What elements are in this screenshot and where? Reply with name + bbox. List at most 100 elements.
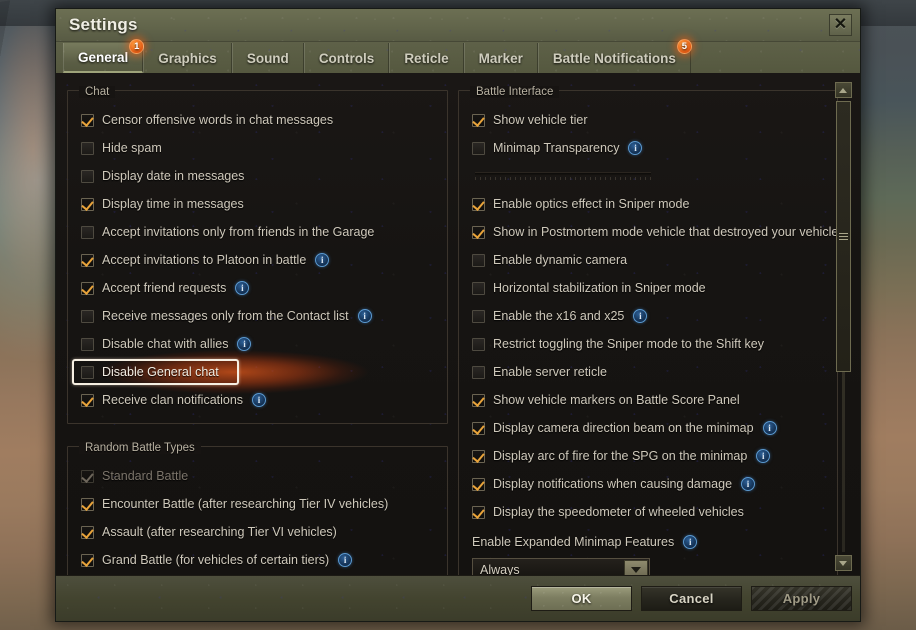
checkbox-row[interactable]: Receive messages only from the Contact l… <box>81 302 438 330</box>
checkbox-label: Show vehicle tier <box>493 113 588 127</box>
checkbox-unchecked[interactable] <box>472 281 485 295</box>
checkbox-unchecked[interactable] <box>81 365 94 379</box>
checkbox-row[interactable]: Accept invitations only from friends in … <box>81 218 438 246</box>
checkbox-checked[interactable] <box>81 281 94 295</box>
tab-general[interactable]: General 1 <box>63 39 145 73</box>
ok-button[interactable]: OK <box>531 586 632 611</box>
checkbox-row[interactable]: Horizontal stabilization in Sniper mode <box>472 274 828 302</box>
tab-graphics[interactable]: Graphics <box>143 43 232 73</box>
checkbox-unchecked[interactable] <box>81 337 94 351</box>
checkbox-unchecked[interactable] <box>472 365 485 379</box>
checkbox-checked[interactable] <box>472 449 485 463</box>
tab-label: Sound <box>246 50 289 66</box>
checkbox-row[interactable]: Enable optics effect in Sniper mode <box>472 190 828 218</box>
info-icon[interactable]: i <box>741 477 756 491</box>
checkbox-checked[interactable] <box>81 393 94 407</box>
scrollbar-track[interactable] <box>835 101 851 552</box>
chevron-down-icon[interactable] <box>624 560 648 575</box>
checkbox-row[interactable]: Accept friend requests i <box>81 274 438 302</box>
checkbox-unchecked[interactable] <box>81 309 94 323</box>
checkbox-checked[interactable] <box>81 525 94 539</box>
checkbox-row[interactable]: Enable the x16 and x25 i <box>472 302 828 330</box>
checkbox-row[interactable]: Disable General chat <box>72 346 438 398</box>
info-icon[interactable]: i <box>338 553 353 567</box>
checkbox-label: Enable the x16 and x25 <box>493 309 625 323</box>
checkbox-unchecked[interactable] <box>81 169 94 183</box>
checkbox-row[interactable]: Encounter Battle (after researching Tier… <box>81 490 438 518</box>
info-icon[interactable]: i <box>628 141 643 155</box>
checkbox-label: Censor offensive words in chat messages <box>102 113 334 127</box>
tab-battle-notifications[interactable]: Battle Notifications 5 <box>537 39 692 73</box>
checkbox-checked[interactable] <box>81 553 94 567</box>
checkbox-label: Display arc of fire for the SPG on the m… <box>493 449 748 463</box>
checkbox-row[interactable]: Assault (after researching Tier VI vehic… <box>81 518 438 546</box>
checkbox-row[interactable]: Display camera direction beam on the min… <box>472 414 828 442</box>
checkbox-checked[interactable] <box>81 497 94 511</box>
checkbox-checked[interactable] <box>472 421 485 435</box>
checkbox-row[interactable]: Show vehicle markers on Battle Score Pan… <box>472 386 828 414</box>
scrollbar-thumb[interactable] <box>835 101 851 372</box>
info-icon[interactable]: i <box>315 253 330 267</box>
info-icon[interactable]: i <box>237 337 252 351</box>
scroll-up-button[interactable] <box>834 82 852 98</box>
expanded-minimap-dropdown[interactable]: Always <box>472 558 650 575</box>
checkbox-checked[interactable] <box>472 477 485 491</box>
checkbox-checked[interactable] <box>472 197 485 211</box>
minimap-transparency-slider[interactable] <box>472 162 828 190</box>
checkbox-label: Hide spam <box>102 141 162 155</box>
checkbox-checked[interactable] <box>81 253 94 267</box>
expanded-minimap-label: Enable Expanded Minimap Features <box>472 535 675 549</box>
checkbox-row[interactable]: Minimap Transparency i <box>472 134 828 162</box>
dialog-titlebar: Settings ✕ <box>56 9 860 42</box>
content-scrollbar[interactable] <box>834 82 852 571</box>
checkbox-row[interactable]: Display arc of fire for the SPG on the m… <box>472 442 828 470</box>
checkbox-row[interactable]: Censor offensive words in chat messages <box>81 106 438 134</box>
checkbox-row[interactable]: Display date in messages <box>81 162 438 190</box>
checkbox-unchecked[interactable] <box>81 141 94 155</box>
info-icon[interactable]: i <box>762 421 777 435</box>
checkbox-checked[interactable] <box>472 505 485 519</box>
checkbox-row[interactable]: Disable chat with allies i <box>81 330 438 358</box>
checkbox-row[interactable]: Display time in messages <box>81 190 438 218</box>
tab-marker[interactable]: Marker <box>463 43 538 73</box>
info-icon[interactable]: i <box>235 281 250 295</box>
checkbox-label: Standard Battle <box>102 469 189 483</box>
apply-button[interactable]: Apply <box>751 586 852 611</box>
checkbox-checked[interactable] <box>472 225 485 239</box>
checkbox-row[interactable]: Hide spam <box>81 134 438 162</box>
scroll-down-button[interactable] <box>834 555 852 571</box>
info-icon[interactable]: i <box>252 393 267 407</box>
checkbox-row[interactable]: Enable server reticle <box>472 358 828 386</box>
info-icon[interactable]: i <box>357 309 372 323</box>
checkbox-unchecked[interactable] <box>472 253 485 267</box>
checkbox-row[interactable]: Restrict toggling the Sniper mode to the… <box>472 330 828 358</box>
tab-sound[interactable]: Sound <box>231 43 304 73</box>
checkbox-row[interactable]: Accept invitations to Platoon in battle i <box>81 246 438 274</box>
checkbox-row[interactable]: Display the speedometer of wheeled vehic… <box>472 498 828 526</box>
checkbox-row[interactable]: Grand Battle (for vehicles of certain ti… <box>81 546 438 574</box>
checkbox-unchecked[interactable] <box>81 225 94 239</box>
checkbox-row[interactable]: Show vehicle tier <box>472 106 828 134</box>
settings-content: Chat Censor offensive words in chat mess… <box>56 73 860 575</box>
checkbox-row[interactable]: Display notifications when causing damag… <box>472 470 828 498</box>
checkbox-checked[interactable] <box>472 393 485 407</box>
info-icon[interactable]: i <box>683 535 698 549</box>
checkbox-row[interactable]: Show in Postmortem mode vehicle that des… <box>472 218 838 246</box>
info-icon[interactable]: i <box>633 309 648 323</box>
checkbox-unchecked[interactable] <box>472 309 485 323</box>
cancel-button[interactable]: Cancel <box>641 586 742 611</box>
close-icon[interactable]: ✕ <box>829 14 852 36</box>
info-icon[interactable]: i <box>756 449 771 463</box>
page-title: Settings <box>69 15 138 34</box>
tab-controls[interactable]: Controls <box>303 43 390 73</box>
checkbox-checked[interactable] <box>472 113 485 127</box>
tab-reticle[interactable]: Reticle <box>389 43 464 73</box>
expanded-minimap-label-row: Enable Expanded Minimap Features i <box>472 530 828 554</box>
checkbox-unchecked[interactable] <box>472 141 485 155</box>
checkbox-label: Encounter Battle (after researching Tier… <box>102 497 389 511</box>
checkbox-row[interactable]: Receive clan notifications i <box>81 386 438 414</box>
checkbox-row[interactable]: Enable dynamic camera <box>472 246 828 274</box>
checkbox-unchecked[interactable] <box>472 337 485 351</box>
checkbox-checked[interactable] <box>81 113 94 127</box>
checkbox-checked[interactable] <box>81 197 94 211</box>
